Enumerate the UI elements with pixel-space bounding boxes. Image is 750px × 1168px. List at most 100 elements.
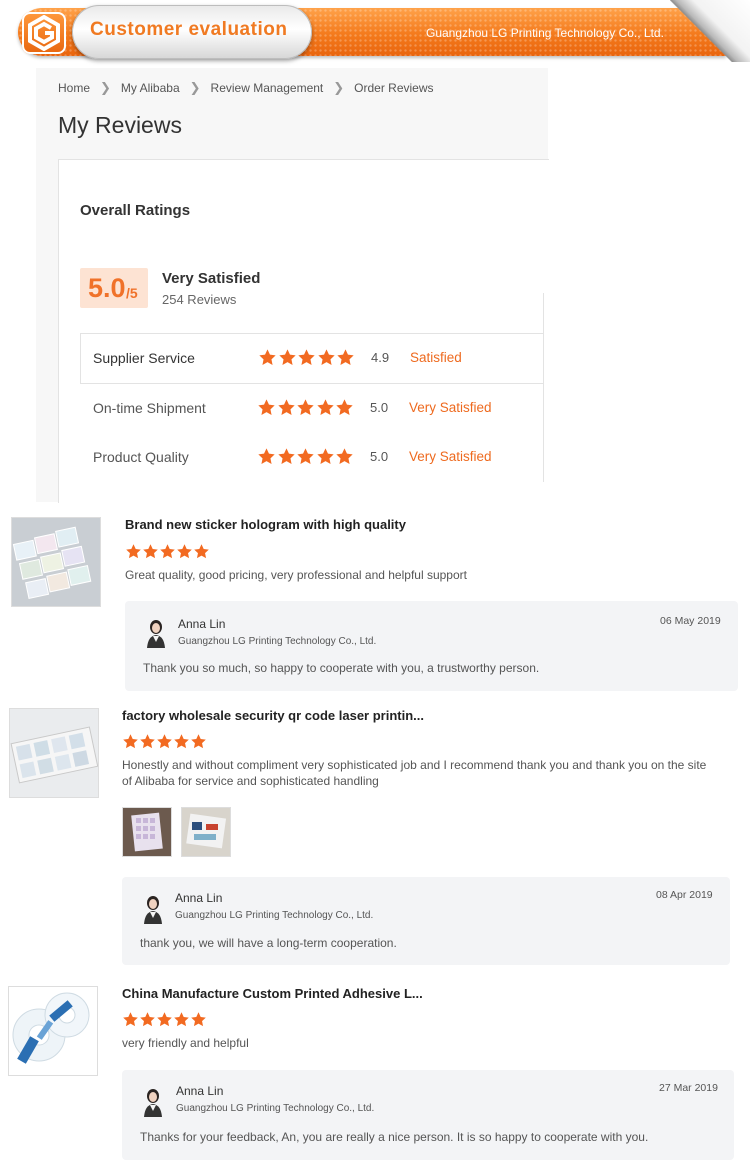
star-icon <box>123 734 138 749</box>
rating-row-score: 5.0 <box>370 449 389 464</box>
star-icon <box>191 734 206 749</box>
review-photo[interactable] <box>122 807 172 857</box>
breadcrumb: Home ❯ My Alibaba ❯ Review Management ❯ … <box>58 80 444 96</box>
star-icon <box>191 1012 206 1027</box>
star-icon <box>259 349 276 365</box>
reply-company: Guangzhou LG Printing Technology Co., Lt… <box>175 910 374 921</box>
review-text: Great quality, good pricing, very profes… <box>125 568 467 582</box>
reply-author-name: Anna Lin <box>175 891 223 905</box>
rating-row-on-time-shipment: On-time Shipment 5.0 Very Satisfied <box>80 384 544 433</box>
star-icon <box>277 448 295 464</box>
overall-ratings-card: Overall Ratings 5.0 /5 Very Satisfied 25… <box>58 159 549 503</box>
review-item: China Manufacture Custom Printed Adhesiv… <box>0 985 750 1165</box>
overall-ratings-title: Overall Ratings <box>80 202 191 219</box>
product-title-link[interactable]: factory wholesale security qr code laser… <box>122 708 424 723</box>
review-text: very friendly and helpful <box>122 1036 249 1050</box>
banner-title: Customer evaluation <box>90 19 288 40</box>
star-rating <box>122 1011 207 1028</box>
product-title-link[interactable]: Brand new sticker hologram with high qua… <box>125 517 406 532</box>
chevron-right-icon: ❯ <box>100 80 111 95</box>
reply-company: Guangzhou LG Printing Technology Co., Lt… <box>176 1103 375 1114</box>
review-item: factory wholesale security qr code laser… <box>0 707 750 967</box>
chevron-right-icon: ❯ <box>189 80 201 95</box>
star-rating <box>257 398 355 417</box>
rating-row-status: Very Satisfied <box>409 400 492 415</box>
product-thumbnail[interactable] <box>9 708 99 798</box>
star-icon <box>337 349 354 365</box>
star-icon <box>336 399 353 415</box>
rating-breakdown: Supplier Service 4.9 Satisfied On-time S… <box>80 333 544 482</box>
star-icon <box>157 734 172 749</box>
rating-row-label: Product Quality <box>93 449 189 465</box>
star-icon <box>140 734 155 749</box>
star-icon <box>140 1012 155 1027</box>
star-icon <box>277 399 295 415</box>
reply-author-name: Anna Lin <box>176 1084 224 1098</box>
star-icon <box>316 448 334 464</box>
overall-review-count: 254 Reviews <box>162 292 237 307</box>
reply-date: 08 Apr 2019 <box>656 889 713 901</box>
star-rating <box>122 733 207 750</box>
star-icon <box>123 1012 138 1027</box>
star-icon <box>258 448 275 464</box>
chevron-right-icon: ❯ <box>333 80 345 95</box>
supplier-reply: Anna Lin Guangzhou LG Printing Technolog… <box>122 1070 734 1160</box>
overall-score-badge: 5.0 /5 <box>80 268 148 308</box>
rating-row-supplier-service: Supplier Service 4.9 Satisfied <box>80 333 544 384</box>
star-icon <box>336 448 353 464</box>
star-icon <box>160 544 175 559</box>
rating-row-score: 4.9 <box>371 350 390 365</box>
review-photo[interactable] <box>181 807 231 857</box>
supplier-reply: Anna Lin Guangzhou LG Printing Technolog… <box>122 877 730 965</box>
star-icon <box>177 544 192 559</box>
star-icon <box>174 734 189 749</box>
star-rating <box>125 543 210 560</box>
star-rating <box>257 447 355 466</box>
overall-rating-label: Very Satisfied <box>162 270 261 287</box>
avatar-icon <box>144 1089 162 1117</box>
rating-row-score: 5.0 <box>370 400 389 415</box>
star-icon <box>297 399 314 415</box>
rating-row-status: Very Satisfied <box>409 449 492 464</box>
banner-company-name: Guangzhou LG Printing Technology Co., Lt… <box>426 26 664 40</box>
breadcrumb-order-reviews: Order Reviews <box>354 81 434 95</box>
overall-score-max: /5 <box>126 285 138 301</box>
review-item: Brand new sticker hologram with high qua… <box>0 517 750 692</box>
avatar-icon <box>144 896 162 924</box>
page-title: My Reviews <box>58 112 182 138</box>
star-icon <box>126 544 141 559</box>
star-icon <box>194 544 209 559</box>
reply-author-name: Anna Lin <box>178 617 226 631</box>
star-icon <box>157 1012 172 1027</box>
star-icon <box>143 544 158 559</box>
rating-row-label: On-time Shipment <box>93 400 206 416</box>
divider <box>543 293 544 333</box>
breadcrumb-home[interactable]: Home <box>58 81 90 95</box>
evaluation-banner: Customer evaluation Guangzhou LG Printin… <box>0 0 750 66</box>
star-icon <box>317 349 335 365</box>
star-icon <box>316 399 334 415</box>
star-icon <box>297 448 314 464</box>
product-thumbnail[interactable] <box>8 986 98 1076</box>
review-text: Honestly and without compliment very sop… <box>122 758 707 788</box>
star-icon <box>258 399 275 415</box>
rating-row-label: Supplier Service <box>93 350 195 366</box>
reply-date: 06 May 2019 <box>660 615 721 627</box>
star-icon <box>298 349 315 365</box>
page-curl-decoration <box>670 0 750 62</box>
review-management-panel: Home ❯ My Alibaba ❯ Review Management ❯ … <box>36 68 549 503</box>
logo-g-icon <box>22 12 66 54</box>
star-icon <box>174 1012 189 1027</box>
star-rating <box>258 348 356 367</box>
supplier-reply: Anna Lin Guangzhou LG Printing Technolog… <box>125 601 738 691</box>
reply-text: thank you, we will have a long-term coop… <box>140 936 397 950</box>
breadcrumb-review-management[interactable]: Review Management <box>211 81 324 95</box>
reply-text: Thank you so much, so happy to cooperate… <box>143 661 540 675</box>
overall-score: 5.0 <box>88 273 126 303</box>
product-title-link[interactable]: China Manufacture Custom Printed Adhesiv… <box>122 986 423 1001</box>
banner-title-pill: Customer evaluation <box>72 5 312 59</box>
breadcrumb-my-alibaba[interactable]: My Alibaba <box>121 81 180 95</box>
product-thumbnail[interactable] <box>11 517 101 607</box>
star-icon <box>278 349 296 365</box>
reply-date: 27 Mar 2019 <box>659 1082 718 1094</box>
